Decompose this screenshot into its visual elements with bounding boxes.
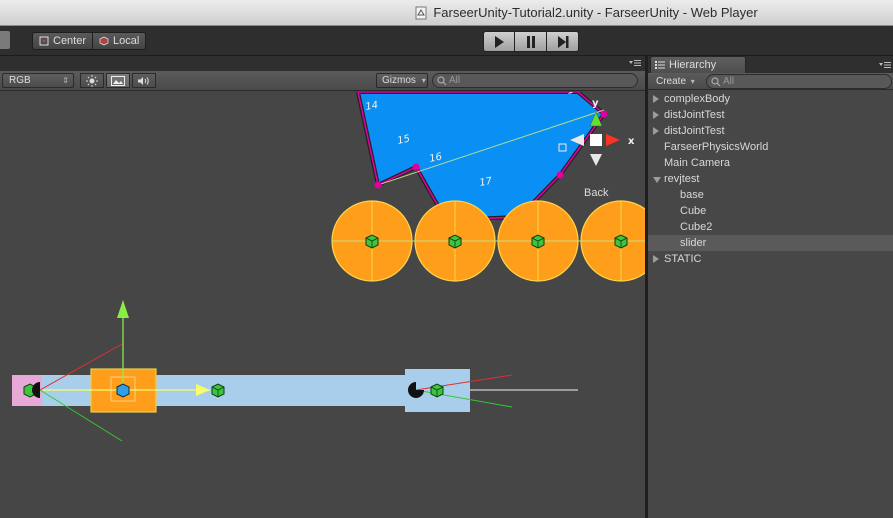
hierarchy-item[interactable]: Cube — [648, 203, 893, 219]
dropdown-arrow-icon: ▾ — [690, 77, 695, 86]
create-label: Create — [656, 76, 687, 87]
step-button[interactable] — [547, 31, 579, 52]
fold-closed-icon[interactable] — [653, 255, 659, 263]
scene-control-bar: RGB ⇕ Gizmos ▾ All — [0, 71, 645, 91]
hierarchy-item-label: base — [680, 189, 704, 201]
hierarchy-item-label: FarseerPhysicsWorld — [664, 141, 769, 153]
hierarchy-item-label: distJointTest — [664, 125, 725, 137]
center-pivot-icon — [39, 36, 49, 46]
local-rotation-icon — [99, 36, 109, 46]
vertex-label: 14 — [365, 100, 379, 113]
gizmos-dropdown[interactable]: Gizmos ▾ — [376, 73, 428, 88]
hierarchy-item[interactable]: distJointTest — [648, 107, 893, 123]
playback-controls — [483, 31, 579, 52]
hierarchy-control-bar: Create ▾ All — [648, 73, 893, 90]
scene-search-input[interactable]: All — [432, 73, 638, 88]
axis-y-label: y — [592, 98, 599, 109]
play-button[interactable] — [483, 31, 515, 52]
render-mode-value: RGB — [9, 75, 31, 86]
dropdown-arrow-icon: ▾ — [421, 76, 426, 85]
scene-audio-toggle[interactable] — [132, 73, 156, 88]
hierarchy-panel: Hierarchy Create ▾ All complexBody distJo… — [648, 56, 893, 518]
hierarchy-item[interactable]: revjtest — [648, 171, 893, 187]
pivot-blue-cube — [116, 383, 130, 398]
joint-anchor-cube — [211, 383, 225, 398]
hierarchy-search-placeholder: All — [723, 76, 735, 87]
hierarchy-item[interactable]: slider — [648, 235, 893, 251]
hierarchy-list-icon — [655, 61, 665, 69]
hierarchy-search-input[interactable]: All — [706, 74, 892, 89]
scene-fx-toggle[interactable] — [106, 73, 130, 88]
pivot-center-label: Center — [53, 35, 87, 47]
hierarchy-item[interactable]: complexBody — [648, 91, 893, 107]
step-icon — [557, 35, 568, 48]
y-move-handle[interactable] — [117, 300, 129, 318]
fold-open-icon[interactable] — [653, 177, 661, 183]
complex-polygon-body[interactable]: 14 15 16 17 1 — [355, 92, 608, 224]
speaker-icon — [138, 76, 149, 85]
hierarchy-item-label: slider — [680, 237, 707, 249]
hierarchy-tab-label: Hierarchy — [669, 59, 717, 71]
play-icon — [495, 35, 504, 48]
main-toolbar: Center Local — [0, 26, 893, 56]
scene-lighting-toggle[interactable] — [80, 73, 104, 88]
hierarchy-item-label: Cube2 — [680, 221, 713, 233]
window-title: FarseerUnity-Tutorial2.unity - FarseerUn… — [433, 5, 758, 20]
unity-document-icon — [415, 6, 427, 19]
hierarchy-item-label: complexBody — [664, 93, 731, 105]
scene-tab-strip — [0, 56, 645, 71]
sun-icon — [86, 74, 98, 87]
pivot-toggle-group: Center Local — [32, 32, 147, 50]
search-icon — [711, 77, 721, 87]
fold-closed-icon[interactable] — [653, 111, 659, 119]
hierarchy-item-label: distJointTest — [664, 109, 725, 121]
image-effects-icon — [111, 75, 125, 86]
hierarchy-item[interactable]: STATIC — [648, 251, 893, 267]
fold-closed-icon[interactable] — [653, 95, 659, 103]
pause-button[interactable] — [515, 31, 547, 52]
create-dropdown[interactable]: Create ▾ — [652, 74, 699, 89]
hierarchy-item-label: Main Camera — [664, 157, 731, 169]
pivot-local-button[interactable]: Local — [93, 32, 147, 50]
hierarchy-item-label: STATIC — [664, 253, 702, 265]
vertex-label: 17 — [479, 176, 494, 189]
fold-closed-icon[interactable] — [653, 127, 659, 135]
pivot-local-label: Local — [113, 35, 140, 47]
hierarchy-item[interactable]: distJointTest — [648, 123, 893, 139]
axis-x-label: x — [628, 136, 635, 147]
panel-menu-icon[interactable] — [629, 59, 641, 67]
search-icon — [437, 76, 447, 86]
hierarchy-item[interactable]: Cube2 — [648, 219, 893, 235]
hierarchy-item-label: Cube — [680, 205, 707, 217]
pivot-center-button[interactable]: Center — [32, 32, 94, 50]
window-title-bar: FarseerUnity-Tutorial2.unity - FarseerUn… — [0, 0, 893, 26]
joint-anchor-cube — [430, 383, 444, 398]
hierarchy-tree: complexBody distJointTest distJointTest Far… — [648, 91, 893, 267]
hierarchy-item[interactable]: Main Camera — [648, 155, 893, 171]
view-direction-label: Back — [584, 187, 609, 199]
hierarchy-item[interactable]: base — [648, 187, 893, 203]
hierarchy-item[interactable]: FarseerPhysicsWorld — [648, 139, 893, 155]
scene-view-panel: RGB ⇕ Gizmos ▾ All 14 15 16 17 y x Back — [0, 56, 645, 518]
scene-search-placeholder: All — [449, 75, 461, 86]
tab-hierarchy[interactable]: Hierarchy — [650, 56, 746, 73]
pause-icon — [526, 35, 535, 48]
panel-menu-icon[interactable] — [879, 61, 891, 69]
tool-handle-grip[interactable] — [0, 31, 10, 49]
select-arrows-icon: ⇕ — [62, 76, 69, 85]
slider-joint-assembly[interactable] — [12, 300, 578, 442]
scene-canvas[interactable]: 14 15 16 17 1 y x Back — [0, 92, 645, 518]
render-mode-select[interactable]: RGB ⇕ — [2, 73, 74, 88]
gizmos-label: Gizmos — [382, 75, 416, 86]
hierarchy-item-label: revjtest — [664, 173, 700, 185]
